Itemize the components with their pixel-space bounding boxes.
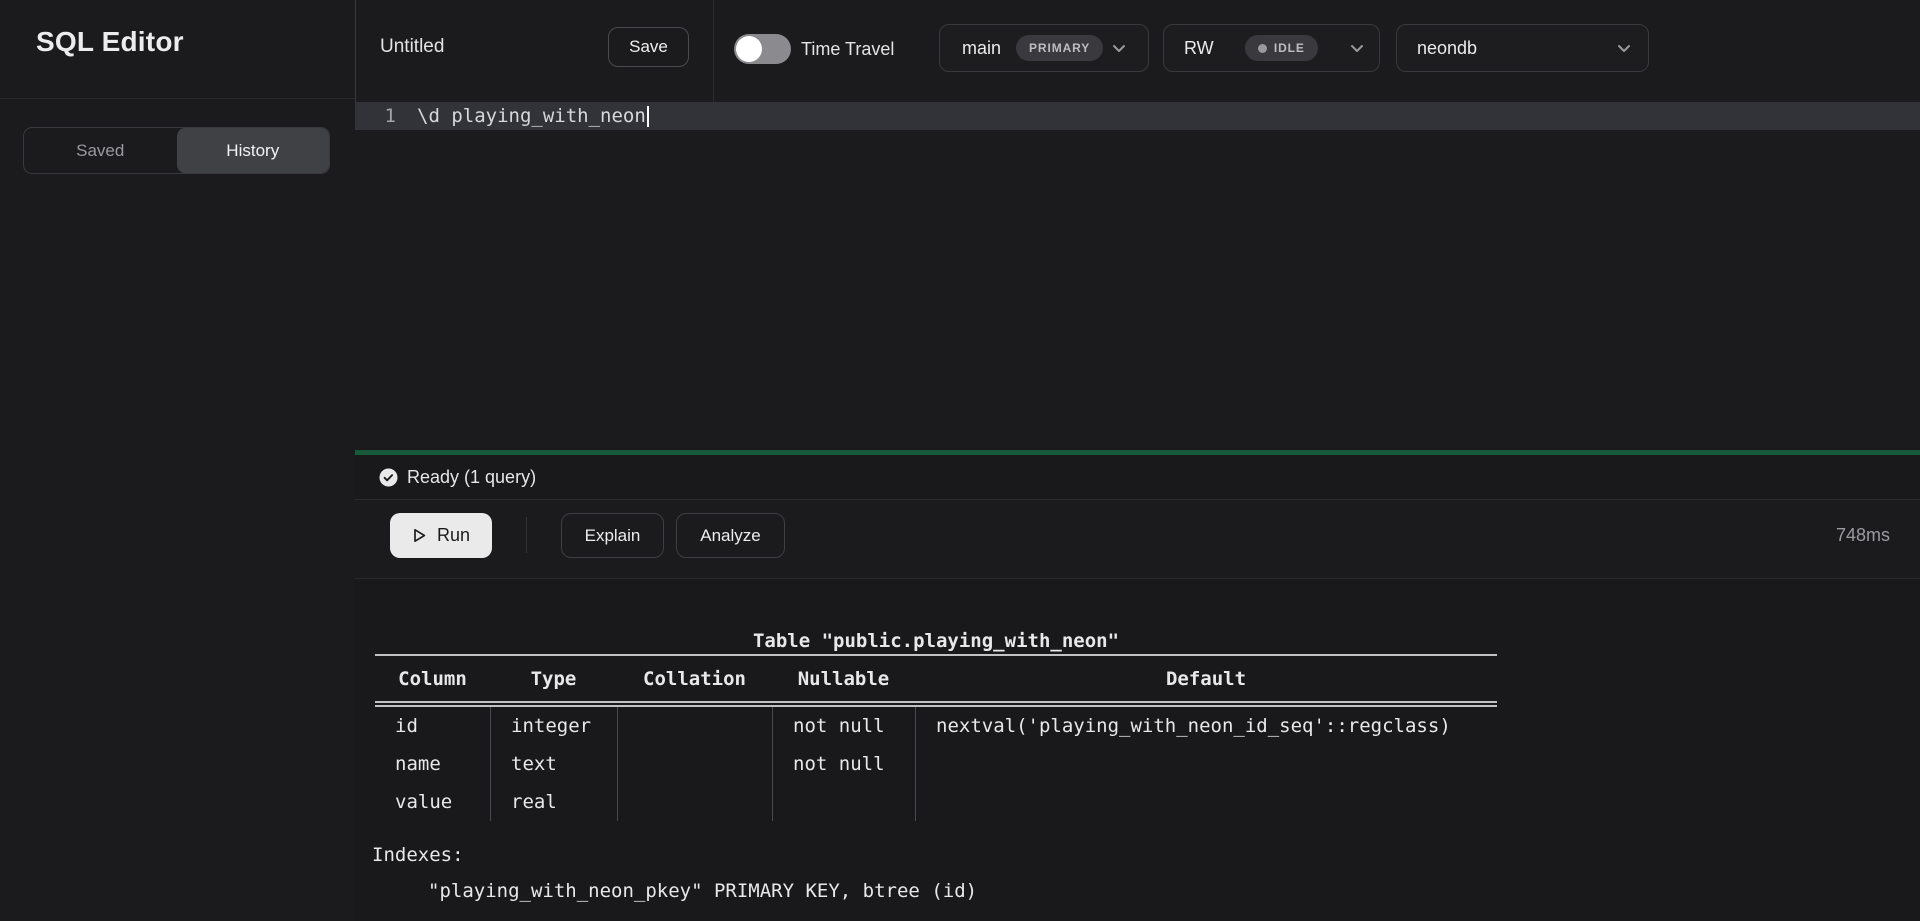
table-row: value real (375, 783, 1497, 821)
topbar: Untitled Save Time Travel main PRIMARY R… (355, 0, 1920, 102)
idle-dot-icon (1258, 44, 1267, 53)
play-icon (412, 527, 427, 544)
cell: integer (490, 707, 617, 745)
cell (617, 745, 772, 783)
tab-history[interactable]: History (177, 128, 330, 173)
code-editor[interactable]: 1 \d playing_with_neon (355, 102, 1920, 450)
cell: not null (772, 745, 915, 783)
save-button[interactable]: Save (608, 27, 689, 67)
page-title: SQL Editor (36, 26, 184, 58)
cell: not null (772, 707, 915, 745)
editor-active-line: 1 \d playing_with_neon (355, 102, 1920, 130)
table-row: id integer not null nextval('playing_wit… (375, 707, 1497, 745)
cell (915, 745, 1497, 783)
action-divider (526, 517, 527, 553)
database-name: neondb (1417, 38, 1477, 59)
actionbar: Run Explain Analyze 748ms (355, 500, 1920, 579)
column-header: Default (915, 656, 1497, 701)
branch-selector[interactable]: main PRIMARY (939, 24, 1149, 72)
saved-history-switcher: Saved History (23, 127, 330, 174)
time-travel-toggle[interactable] (734, 34, 791, 64)
sql-editor-app: SQL Editor Saved History Untitled Save T… (0, 0, 1920, 921)
cell: name (375, 745, 490, 783)
run-button[interactable]: Run (390, 513, 492, 558)
cell: text (490, 745, 617, 783)
check-circle-icon (379, 468, 398, 487)
run-label: Run (437, 525, 470, 546)
status-text: Ready (1 query) (407, 455, 536, 500)
cell (772, 783, 915, 821)
column-header: Type (490, 656, 617, 701)
compute-name: RW (1184, 38, 1214, 59)
main-panel: Untitled Save Time Travel main PRIMARY R… (355, 0, 1920, 921)
table-row: name text not null (375, 745, 1497, 783)
compute-selector[interactable]: RW IDLE (1163, 24, 1380, 72)
topbar-divider (713, 0, 714, 102)
chevron-down-icon (1616, 40, 1632, 56)
cell: value (375, 783, 490, 821)
analyze-button[interactable]: Analyze (676, 513, 785, 558)
indexes-label: Indexes: (372, 841, 464, 869)
statusbar: Ready (1 query) (355, 455, 1920, 500)
line-number: 1 (355, 102, 396, 130)
text-cursor (647, 106, 649, 127)
sidebar: SQL Editor Saved History (0, 0, 355, 921)
explain-button[interactable]: Explain (561, 513, 664, 558)
results-table: Column Type Collation Nullable Default i… (375, 654, 1497, 821)
chevron-down-icon (1111, 40, 1127, 56)
database-selector[interactable]: neondb (1396, 24, 1649, 72)
chevron-down-icon (1349, 40, 1365, 56)
query-duration: 748ms (1836, 500, 1890, 571)
tab-saved[interactable]: Saved (24, 128, 177, 173)
branch-primary-badge: PRIMARY (1016, 35, 1103, 61)
time-travel-label: Time Travel (801, 36, 894, 62)
result-table-title: Table "public.playing_with_neon" (375, 627, 1497, 655)
cell (617, 783, 772, 821)
query-title: Untitled (380, 36, 444, 58)
compute-status-badge: IDLE (1245, 35, 1318, 61)
cell: nextval('playing_with_neon_id_seq'::regc… (915, 707, 1497, 745)
cell (915, 783, 1497, 821)
column-header: Collation (617, 656, 772, 701)
cell: id (375, 707, 490, 745)
compute-status-text: IDLE (1274, 41, 1305, 55)
sidebar-divider (0, 98, 355, 99)
code-line[interactable]: \d playing_with_neon (417, 102, 649, 130)
toggle-knob-icon (736, 36, 762, 62)
results-table-header: Column Type Collation Nullable Default (375, 654, 1497, 701)
column-header: Nullable (772, 656, 915, 701)
code-text: \d playing_with_neon (417, 105, 646, 127)
results-panel: Table "public.playing_with_neon" Column … (355, 579, 1920, 921)
index-entry: "playing_with_neon_pkey" PRIMARY KEY, bt… (372, 877, 977, 905)
branch-name: main (962, 38, 1001, 59)
cell (617, 707, 772, 745)
cell: real (490, 783, 617, 821)
column-header: Column (375, 656, 490, 701)
